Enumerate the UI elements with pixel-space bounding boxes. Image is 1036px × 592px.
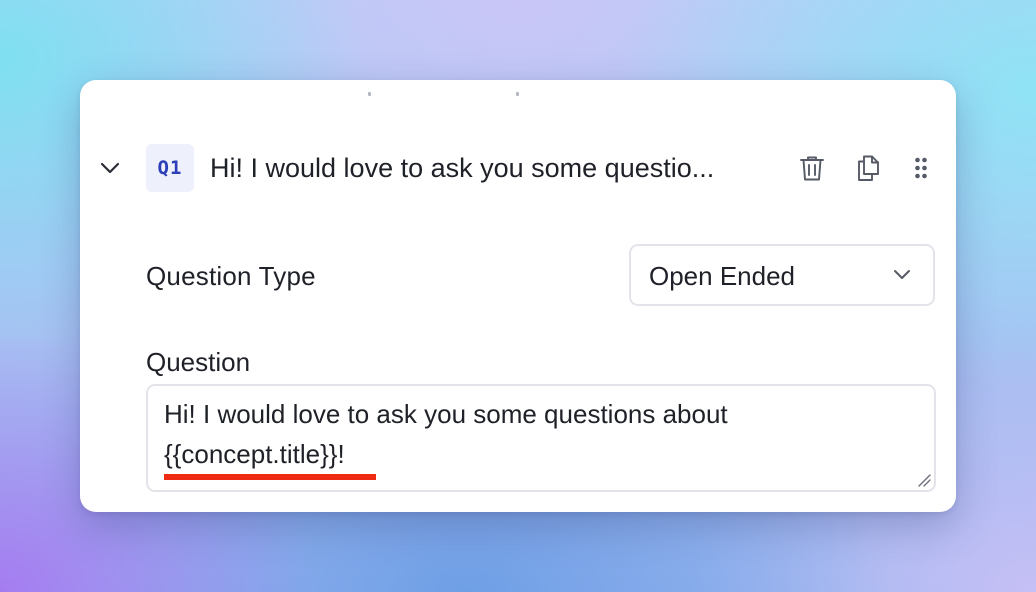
question-card: Q1 Hi! I would love to ask you some ques… [80, 80, 956, 512]
question-type-select[interactable]: Open Ended [629, 244, 935, 306]
question-header[interactable]: Q1 Hi! I would love to ask you some ques… [80, 136, 956, 200]
question-textarea[interactable]: Hi! I would love to ask you some questio… [146, 384, 936, 492]
question-field-label: Question [146, 347, 251, 377]
template-variable: {{concept.title}} [164, 439, 338, 469]
resize-handle-icon[interactable] [916, 472, 932, 488]
question-type-label: Question Type [146, 261, 316, 291]
question-type-value: Open Ended [649, 261, 796, 291]
chevron-down-icon [891, 264, 913, 286]
chevron-down-icon[interactable] [98, 156, 122, 180]
highlight-underline [164, 474, 376, 480]
drag-handle-icon[interactable] [906, 153, 936, 183]
scroll-tick-left [368, 92, 371, 96]
copy-icon[interactable] [853, 153, 883, 183]
trash-icon[interactable] [797, 153, 827, 183]
scroll-tick-right [516, 92, 519, 96]
question-number-badge: Q1 [146, 144, 194, 192]
question-title[interactable]: Hi! I would love to ask you some questio… [210, 152, 780, 184]
question-text-line1: Hi! I would love to ask you some questio… [164, 399, 728, 429]
question-text-suffix: ! [337, 439, 345, 469]
question-text-line2: {{concept.title}}! [164, 438, 345, 470]
